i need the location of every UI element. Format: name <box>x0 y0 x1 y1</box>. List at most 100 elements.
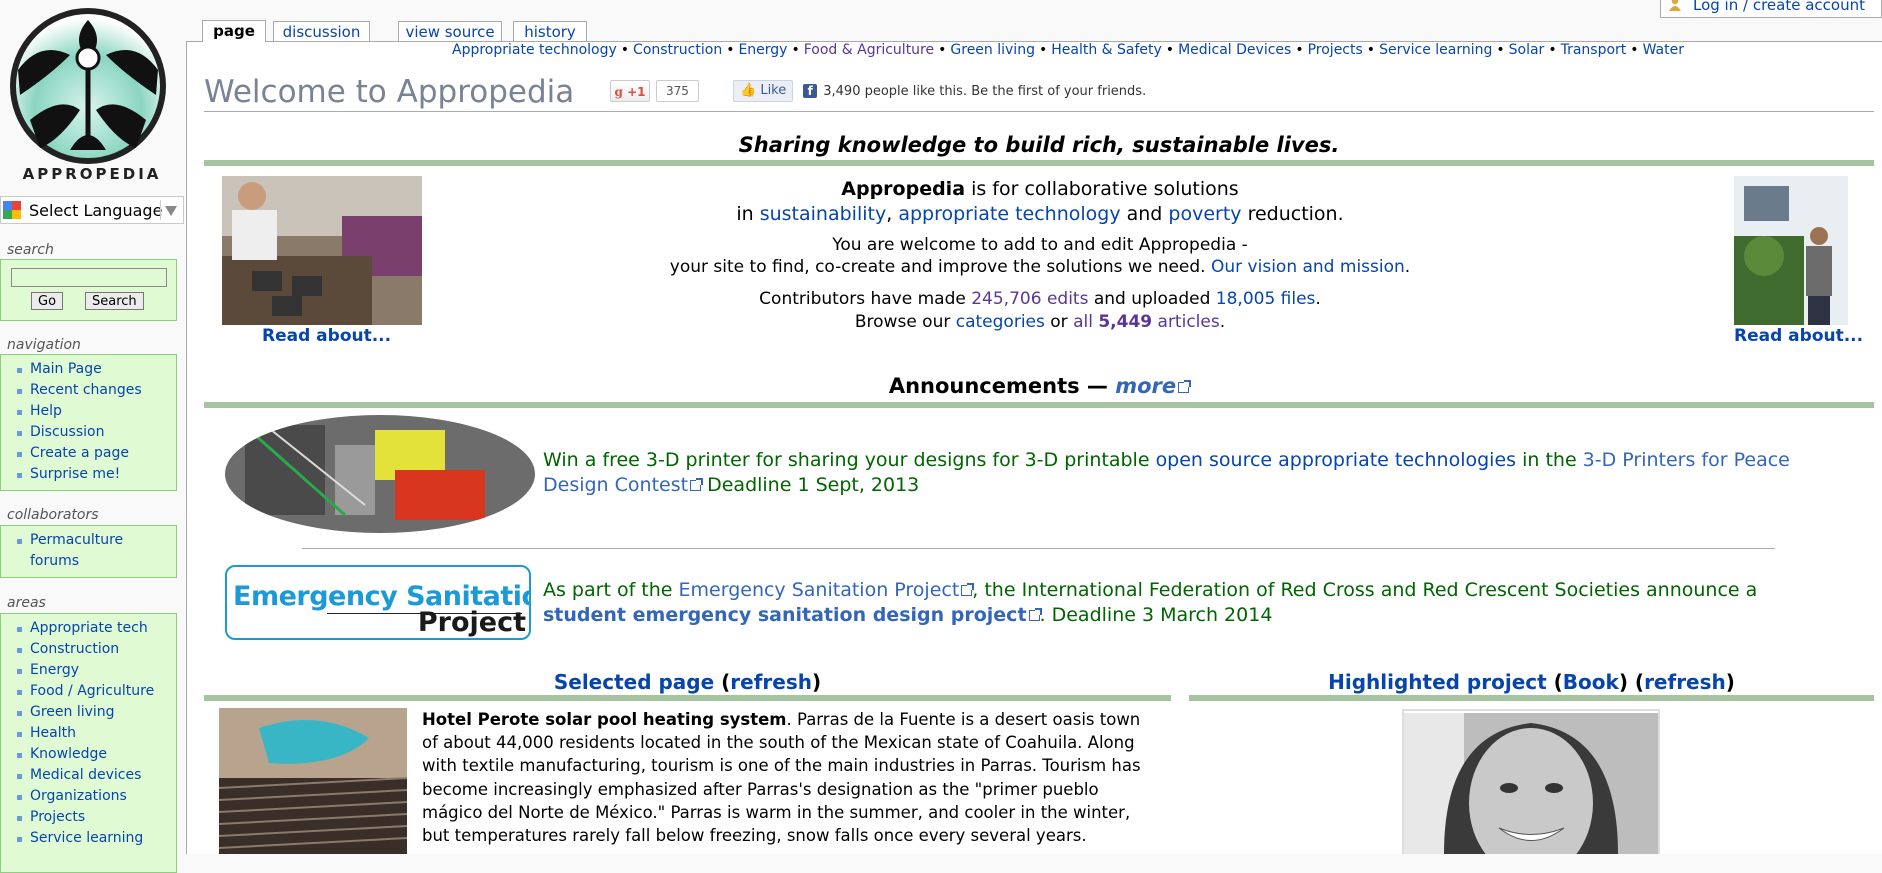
collaborator-permaculture-forums[interactable]: Permaculture forums <box>15 530 140 572</box>
all-label: all <box>1073 312 1099 332</box>
collaborators-portlet: Permaculture forums <box>0 525 177 578</box>
user-icon <box>1669 0 1681 11</box>
topnav-green-living[interactable]: Green living <box>950 42 1035 58</box>
highlighted-refresh-link[interactable]: refresh <box>1644 670 1726 694</box>
login-link[interactable]: Log in / create account <box>1660 0 1882 18</box>
tab-page[interactable]: page <box>202 20 266 42</box>
area-medical-devices[interactable]: Medical devices <box>15 765 176 786</box>
highlighted-book-link[interactable]: Book <box>1563 670 1619 694</box>
gplus-label: +1 <box>627 85 646 99</box>
ann1-mid: in the <box>1516 449 1583 471</box>
search-portlet: Go Search <box>0 259 177 321</box>
highlighted-project-photo[interactable] <box>1402 709 1660 854</box>
nav-item-surprise-me[interactable]: Surprise me! <box>15 464 176 485</box>
area-food-agriculture[interactable]: Food / Agriculture <box>15 681 176 702</box>
areas-heading: areas <box>7 595 46 611</box>
dropdown-divider <box>160 200 161 220</box>
fb-like-button[interactable]: 👍 Like <box>733 80 794 102</box>
link-sustainability[interactable]: sustainability <box>760 203 887 225</box>
solar-pool-photo[interactable] <box>218 708 408 854</box>
link-edits[interactable]: 245,706 edits <box>971 289 1088 309</box>
topnav-water[interactable]: Water <box>1643 42 1684 58</box>
link-poverty[interactable]: poverty <box>1168 203 1241 225</box>
link-emergency-sanitation-project[interactable]: Emergency Sanitation Project <box>679 579 975 601</box>
browse-or: or <box>1044 312 1074 332</box>
nav-item-help[interactable]: Help <box>15 401 176 422</box>
topnav-energy[interactable]: Energy <box>738 42 787 58</box>
topnav-food-agriculture[interactable]: Food & Agriculture <box>804 42 934 58</box>
topnav-projects[interactable]: Projects <box>1308 42 1363 58</box>
search-input[interactable] <box>11 268 167 287</box>
intro-welcome: You are welcome to add to and edit Appro… <box>450 234 1630 278</box>
topnav-construction[interactable]: Construction <box>633 42 722 58</box>
gplus-button[interactable]: g +1 <box>610 80 650 102</box>
announcements-more-link[interactable]: more <box>1115 374 1192 398</box>
intro-reduction: reduction. <box>1241 203 1344 225</box>
link-categories[interactable]: categories <box>956 312 1045 332</box>
external-link-icon <box>690 478 704 491</box>
area-green-living[interactable]: Green living <box>15 702 176 723</box>
selected-page-title-link[interactable]: Hotel Perote solar pool heating system <box>422 710 787 729</box>
area-service-learning[interactable]: Service learning <box>15 828 176 849</box>
browse-pre: Browse our <box>854 312 956 332</box>
title-rule <box>204 111 1874 112</box>
link-all-articles[interactable]: all 5,449 articles <box>1073 312 1220 332</box>
tab-history[interactable]: history <box>513 21 587 41</box>
topnav-transport[interactable]: Transport <box>1561 42 1627 58</box>
facebook-icon: f <box>803 84 818 98</box>
navigation-heading: navigation <box>7 337 81 353</box>
selected-refresh-link[interactable]: refresh <box>730 670 812 694</box>
thumbs-up-icon: 👍 <box>740 83 757 98</box>
read-about-link-left[interactable]: Read about... <box>262 326 391 346</box>
search-heading: search <box>7 242 54 258</box>
ann1-pre: Win a free 3-D printer for sharing your … <box>543 449 1156 471</box>
language-selector[interactable]: Select Language <box>0 196 184 224</box>
go-button[interactable]: Go <box>31 292 64 310</box>
topnav-appropriate-technology[interactable]: Appropriate technology <box>452 42 617 58</box>
logo-line2: Project <box>417 607 526 638</box>
people-workshop-photo[interactable] <box>222 176 422 325</box>
stats-uploaded: and uploaded <box>1088 289 1216 309</box>
selected-page-body: . Parras de la Fuente is a desert oasis … <box>422 710 1141 846</box>
announcements-rule <box>204 402 1874 408</box>
tab-view-source[interactable]: view source <box>398 21 502 41</box>
article-count: 5,449 <box>1098 312 1153 332</box>
area-knowledge[interactable]: Knowledge <box>15 744 176 765</box>
area-energy[interactable]: Energy <box>15 660 176 681</box>
announcements-heading: Announcements — more <box>204 374 1874 398</box>
tab-discussion[interactable]: discussion <box>273 21 370 41</box>
read-about-link-right[interactable]: Read about... <box>1734 326 1863 346</box>
chevron-down-icon <box>165 206 177 216</box>
topnav-medical-devices[interactable]: Medical Devices <box>1178 42 1291 58</box>
slogan-rule <box>204 160 1874 166</box>
search-button[interactable]: Search <box>85 292 144 310</box>
highlighted-project-heading: Highlighted project (Book) (refresh) <box>1328 670 1735 694</box>
emergency-sanitation-logo[interactable]: Emergency Sanitation Project <box>225 565 531 640</box>
area-projects[interactable]: Projects <box>15 807 176 828</box>
link-student-sanitation-design[interactable]: student emergency sanitation design proj… <box>543 604 1042 626</box>
link-appropriate-technology[interactable]: appropriate technology <box>898 203 1120 225</box>
announcement-sanitation: As part of the Emergency Sanitation Proj… <box>543 578 1833 628</box>
link-files[interactable]: 18,005 files <box>1216 289 1316 309</box>
external-link-icon <box>961 583 975 596</box>
appropedia-logo[interactable]: APPROPEDIA <box>0 0 185 190</box>
nav-item-create-page[interactable]: Create a page <box>15 443 176 464</box>
nav-item-discussion[interactable]: Discussion <box>15 422 176 443</box>
nav-item-recent-changes[interactable]: Recent changes <box>15 380 176 401</box>
area-organizations[interactable]: Organizations <box>15 786 176 807</box>
welcome-period: . <box>1404 257 1411 277</box>
topnav-service-learning[interactable]: Service learning <box>1379 42 1492 58</box>
link-open-source-approtech[interactable]: open source appropriate technologies <box>1156 449 1516 471</box>
topnav-health-safety[interactable]: Health & Safety <box>1051 42 1162 58</box>
area-construction[interactable]: Construction <box>15 639 176 660</box>
intro-tagline: Appropedia is for collaborative solution… <box>450 177 1630 227</box>
3d-printer-photo[interactable] <box>225 415 535 533</box>
fb-like-label: Like <box>760 83 787 98</box>
link-vision-mission[interactable]: Our vision and mission <box>1211 257 1405 277</box>
area-health[interactable]: Health <box>15 723 176 744</box>
area-appropriate-tech[interactable]: Appropriate tech <box>15 618 176 639</box>
topnav-solar[interactable]: Solar <box>1509 42 1545 58</box>
garden-person-photo[interactable] <box>1734 176 1848 325</box>
intro-brand: Appropedia <box>841 178 966 200</box>
nav-item-main-page[interactable]: Main Page <box>15 359 176 380</box>
